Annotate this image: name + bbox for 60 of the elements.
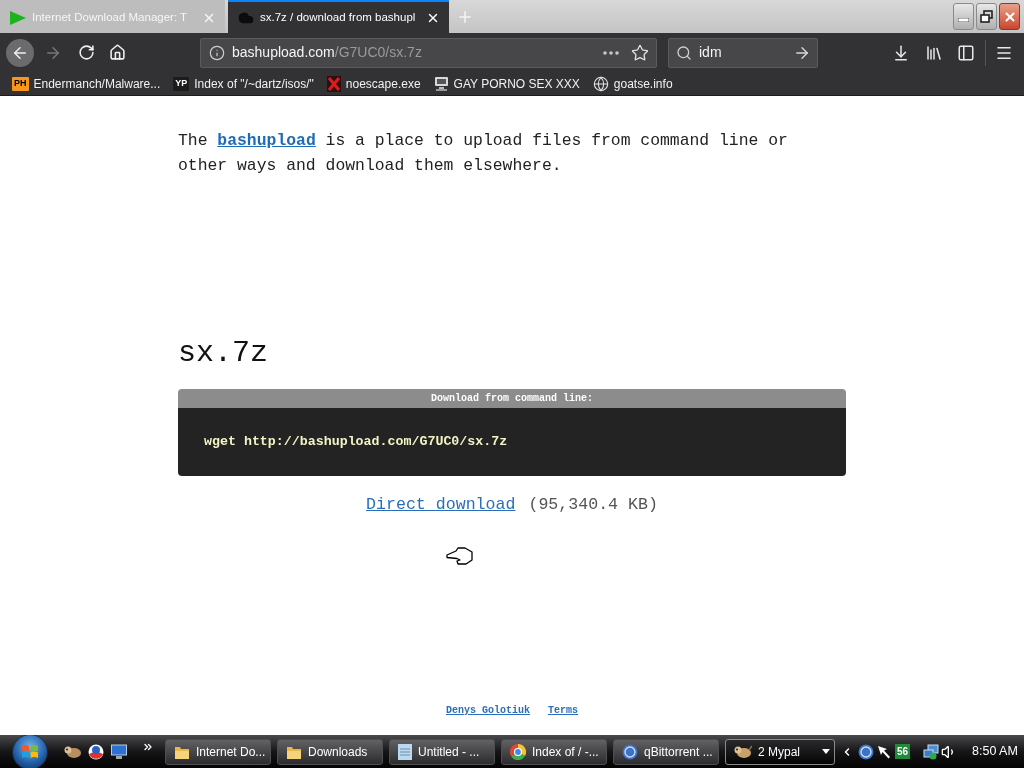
pointer-hand-icon (446, 546, 474, 566)
info-icon (209, 44, 225, 61)
address-field[interactable]: bashupload.com/G7UC0/sx.7z (200, 37, 657, 68)
browser-tab[interactable]: sx.7z / download from bashupl (228, 0, 449, 33)
sidebar-icon (957, 43, 975, 62)
bookmark[interactable]: PH Endermanch/Malware... (12, 73, 161, 94)
cross-icon (326, 75, 341, 92)
file-name-heading: sx.7z (178, 335, 269, 371)
bookmark[interactable]: GAY PORNO SEX XXX (433, 73, 580, 94)
monitor-icon[interactable] (111, 743, 127, 760)
library-icon (925, 43, 943, 62)
flag-icon (21, 743, 39, 760)
creature-icon (734, 744, 752, 759)
creature-icon[interactable] (64, 744, 82, 759)
panel-heading: Download from command line: (178, 389, 846, 408)
restore-button[interactable] (976, 3, 997, 30)
star-icon (631, 43, 649, 62)
file-size: (95,340.4 KB) (528, 494, 658, 516)
taskbar-button[interactable]: qBittorrent ... (613, 738, 719, 765)
round-app-icon[interactable] (858, 743, 874, 760)
reload-icon (77, 44, 95, 61)
wget-command: wget http://bashupload.com/G7UC0/sx.7z (204, 433, 508, 452)
round-app-icon (622, 743, 638, 760)
close-icon (1002, 9, 1017, 24)
caret-icon (822, 749, 830, 754)
download-icon (892, 43, 910, 62)
favicon: PH (12, 76, 29, 91)
search-icon (676, 44, 692, 61)
search-field[interactable]: idm (668, 37, 818, 68)
start-button[interactable] (12, 733, 48, 768)
color-wheel-icon (510, 743, 526, 760)
tray-indicator[interactable]: 56 (895, 744, 910, 759)
intro-text: The bashupload is a place to upload files from command line or other ways and download them elsewhere. (178, 130, 789, 177)
network-icon[interactable] (923, 743, 939, 760)
clock[interactable]: 8:50 AM (972, 742, 1018, 761)
ellipsis-icon (603, 50, 619, 55)
bashupload-link[interactable]: bashupload (217, 131, 316, 150)
play-triangle-icon (10, 10, 26, 25)
close-button[interactable] (999, 3, 1020, 30)
favicon: YP (173, 76, 190, 91)
direct-download-link[interactable]: Direct download (366, 493, 516, 517)
taskbar-button[interactable]: 2 Mypal (725, 738, 835, 765)
arrow-pointer-icon[interactable] (877, 744, 891, 759)
bookmark[interactable]: YP Index of "/~dartz/isos/" (173, 73, 314, 94)
home-icon (108, 44, 126, 61)
footer-link[interactable]: Terms (548, 704, 578, 718)
taskbar-button[interactable]: Downloads (277, 738, 383, 765)
taskbar-button[interactable]: Internet Do... (165, 738, 271, 765)
notepad-icon (398, 743, 412, 760)
taskbar-button[interactable]: Untitled - ... (389, 738, 495, 765)
computer-icon (433, 76, 449, 91)
footer-link[interactable]: Denys Golotiuk (446, 704, 530, 718)
taskbar-button[interactable]: Index of / -... (501, 738, 607, 765)
minimize-icon (958, 18, 969, 22)
bookmark[interactable]: noescape.exe (326, 73, 421, 94)
round-emblem-icon[interactable] (88, 743, 104, 760)
globe-icon (592, 75, 609, 92)
back-button[interactable] (6, 38, 34, 67)
restore-icon (980, 10, 993, 23)
bookmark[interactable]: goatse.info (592, 73, 673, 94)
